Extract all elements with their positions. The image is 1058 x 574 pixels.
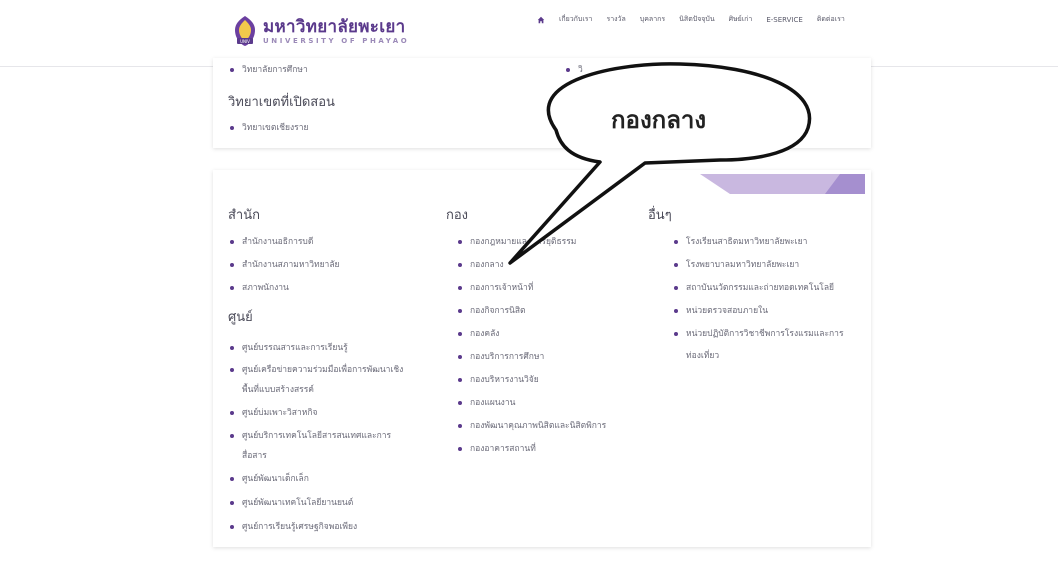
list-item-continuation[interactable]: ท่องเที่ยว [686,350,719,362]
list-item[interactable]: กองแผนงาน [458,397,515,409]
home-icon[interactable] [537,16,545,24]
list-item[interactable]: สถาบันนวัตกรรมและถ่ายทอดเทคโนโลยี [674,282,834,294]
list-item-central-division[interactable]: กองกลาง [458,259,504,271]
list-item[interactable]: กองพัฒนาคุณภาพนิสิตและนิสิตพิการ [458,420,606,432]
list-item[interactable]: ศูนย์บรรณสารและการเรียนรู้ [230,342,348,354]
list-item[interactable]: กองกฎหมายและการยุติธรรม [458,236,576,248]
list-item[interactable]: กองบริการการศึกษา [458,351,544,363]
list-item-chiang-rai-campus[interactable]: วิทยาเขตเชียงราย [230,122,309,134]
list-item[interactable]: หน่วยปฏิบัติการวิชาชีพการโรงแรมและการ [674,328,844,340]
nav-item-e-service[interactable]: E-SERVICE [766,16,802,24]
nav-item-personnel[interactable]: บุคลากร [640,14,665,25]
list-item-continuation[interactable]: สื่อสาร [242,450,267,462]
logo-english-name: UNIVERSITY OF PHAYAO [263,36,410,45]
list-item[interactable]: หน่วยตรวจสอบภายใน [674,305,768,317]
logo-thai-name: มหาวิทยาลัยพะเยา [263,16,406,37]
list-item-continuation[interactable]: พื้นที่แบบสร้างสรรค์ [242,384,314,396]
other-heading: อื่นๆ [648,208,672,223]
nav-item-current-students[interactable]: นิสิตปัจจุบัน [679,14,714,25]
list-item-truncated[interactable]: วิ [566,64,583,76]
campus-heading: วิทยาเขตที่เปิดสอน [228,95,335,110]
list-item-college-of-education[interactable]: วิทยาลัยการศึกษา [230,64,308,76]
emblem-badge-text: UNIV [240,39,250,44]
site-header: UNIV มหาวิทยาลัยพะเยา UNIVERSITY OF PHAY… [0,0,1058,67]
list-item[interactable]: ศูนย์พัฒนาเด็กเล็ก [230,473,309,485]
nav-item-awards[interactable]: รางวัล [606,14,625,25]
list-item[interactable]: สภาพนักงาน [230,282,289,294]
nav-item-about[interactable]: เกี่ยวกับเรา [559,14,592,25]
list-item[interactable]: กองกิจการนิสิต [458,305,526,317]
list-item[interactable]: โรงเรียนสาธิตมหาวิทยาลัยพะเยา [674,236,807,248]
list-item[interactable]: ศูนย์บริการเทคโนโลยีสารสนเทศและการ [230,430,391,442]
university-emblem-icon: UNIV [235,16,255,46]
list-item[interactable]: สำนักงานสภามหาวิทยาลัย [230,259,340,271]
university-logo[interactable]: UNIV มหาวิทยาลัยพะเยา UNIVERSITY OF PHAY… [231,14,409,48]
list-item[interactable]: โรงพยาบาลมหาวิทยาลัยพะเยา [674,259,799,271]
nav-item-contact[interactable]: ติดต่อเรา [817,14,845,25]
office-heading: สำนัก [228,208,260,223]
center-heading: ศูนย์ [228,310,253,325]
division-heading: กอง [446,208,469,223]
list-item[interactable]: กองอาคารสถานที่ [458,443,536,455]
decorative-ribbon [700,174,865,194]
list-item[interactable]: กองบริหารงานวิจัย [458,374,539,386]
list-item[interactable]: ศูนย์เครือข่ายความร่วมมือเพื่อการพัฒนาเช… [230,364,403,376]
list-item[interactable]: ศูนย์บ่มเพาะวิสาหกิจ [230,407,318,419]
list-item[interactable]: ศูนย์พัฒนาเทคโนโลยียานยนต์ [230,497,353,509]
callout-label: กองกลาง [611,106,707,134]
list-item[interactable]: สำนักงานอธิการบดี [230,236,313,248]
list-item[interactable]: กองคลัง [458,328,499,340]
list-item[interactable]: ศูนย์การเรียนรู้เศรษฐกิจพอเพียง [230,521,357,533]
list-item[interactable]: กองการเจ้าหน้าที่ [458,282,533,294]
top-navigation: เกี่ยวกับเรา รางวัล บุคลากร นิสิตปัจจุบั… [537,14,845,25]
nav-item-alumni[interactable]: ศิษย์เก่า [729,14,753,25]
